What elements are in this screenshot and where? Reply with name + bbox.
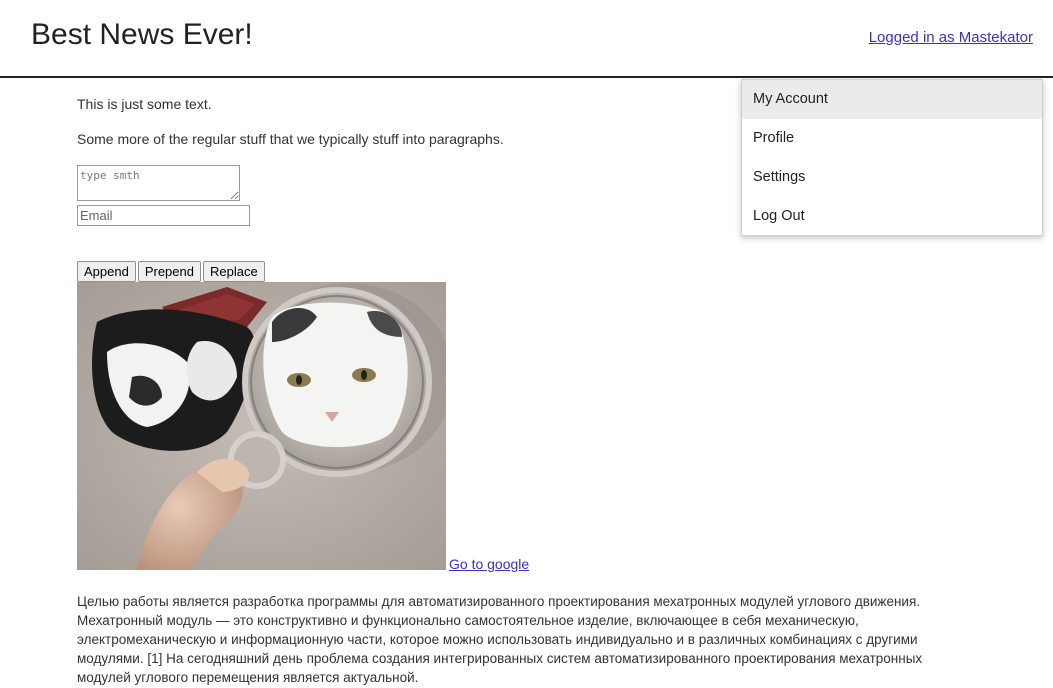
cat-mirror-photo <box>77 282 446 570</box>
paragraph-regular: Some more of the regular stuff that we t… <box>77 131 504 147</box>
menu-item-log-out[interactable]: Log Out <box>742 197 1042 236</box>
append-button[interactable]: Append <box>77 261 136 282</box>
menu-item-profile[interactable]: Profile <box>742 119 1042 158</box>
prepend-button[interactable]: Prepend <box>137 261 201 282</box>
site-header: Best News Ever! Logged in as Mastekator <box>0 0 1053 78</box>
menu-item-settings[interactable]: Settings <box>742 158 1042 197</box>
logged-in-user-link[interactable]: Logged in as Mastekator <box>869 29 1033 46</box>
account-dropdown-menu: My Account Profile Settings Log Out <box>741 79 1043 236</box>
cat-mirror-image <box>77 282 446 570</box>
menu-item-my-account[interactable]: My Account <box>742 80 1042 119</box>
text-area[interactable] <box>77 165 240 201</box>
article-paragraph: Целью работы является разработка програм… <box>77 594 923 685</box>
replace-button[interactable]: Replace <box>202 261 265 282</box>
email-field[interactable] <box>77 205 250 226</box>
action-buttons: Append Prepend Replace <box>77 261 267 282</box>
paragraph-intro: This is just some text. <box>77 96 212 112</box>
site-title: Best News Ever! <box>31 18 253 51</box>
google-link[interactable]: Go to google <box>449 556 529 572</box>
